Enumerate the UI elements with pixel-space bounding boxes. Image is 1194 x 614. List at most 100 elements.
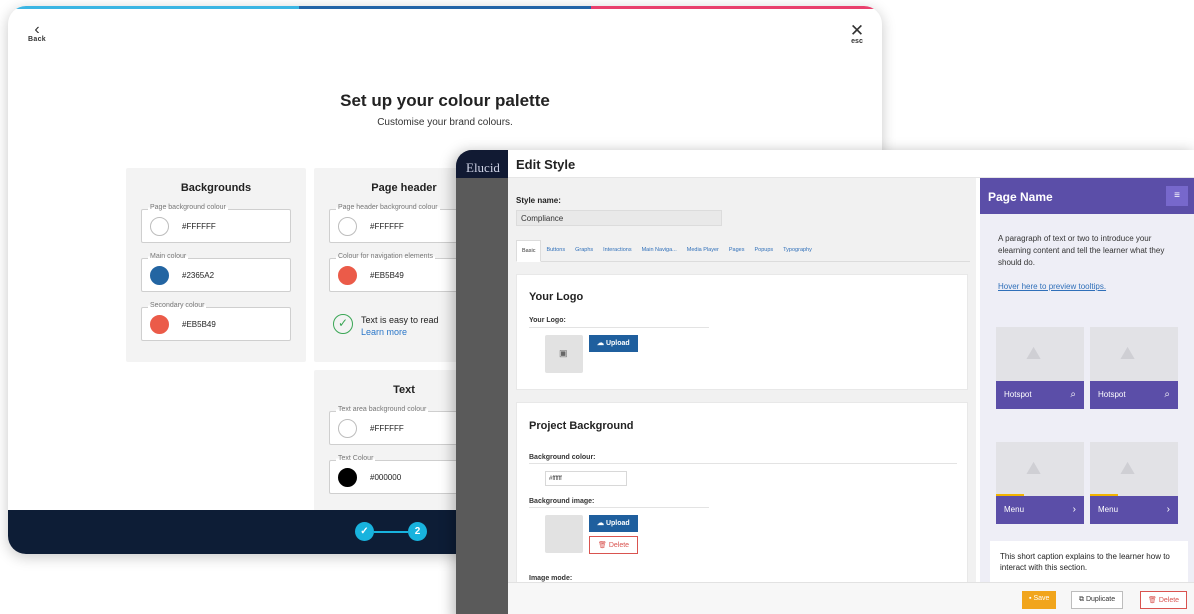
edit-style-header: Edit Style: [508, 150, 1194, 178]
logo-upload-button[interactable]: ☁ Upload: [589, 335, 638, 352]
background-image-label: Background image:: [529, 498, 595, 505]
preview-header: Page Name ≡: [980, 178, 1194, 214]
tab-media-player[interactable]: Media Player: [682, 240, 724, 262]
delete-label: Delete: [608, 542, 630, 549]
hotspot-label: Hotspot: [1004, 390, 1032, 399]
tab-main-navigation[interactable]: Main Naviga...: [637, 240, 682, 262]
tab-typography[interactable]: Typography: [778, 240, 817, 262]
project-background-card: Project Background Background colour: #f…: [516, 402, 968, 582]
tab-buttons[interactable]: Buttons: [541, 240, 570, 262]
progress-colour-bar: [8, 6, 882, 9]
logo-section-title: Your Logo: [529, 291, 584, 303]
close-button[interactable]: ✕ esc: [844, 21, 870, 45]
window-title: Edit Style: [516, 157, 576, 172]
colour-swatch[interactable]: [150, 266, 169, 285]
background-section-title: Project Background: [529, 420, 634, 432]
screenshot-stage: ‹ Back ✕ esc Set up your colour palette …: [0, 0, 1194, 614]
colour-value: #2365A2: [182, 271, 215, 280]
style-name-input[interactable]: Compliance: [516, 210, 722, 226]
background-upload-button[interactable]: ☁ Upload: [589, 515, 638, 532]
duplicate-button[interactable]: ⧉ Duplicate: [1071, 591, 1124, 609]
search-icon: ⌕: [1164, 389, 1170, 400]
image-placeholder-icon: ⛰: [1026, 458, 1042, 478]
colour-swatch[interactable]: [338, 468, 357, 487]
page-title: Set up your colour palette: [340, 91, 550, 110]
menu-progress-bar: [996, 494, 1024, 496]
image-icon: ▣: [559, 348, 568, 358]
secondary-colour-field[interactable]: Secondary colour #EB5B49: [141, 302, 291, 341]
chevron-right-icon: ›: [1166, 504, 1170, 515]
preview-paragraph: A paragraph of text or two to introduce …: [998, 234, 1165, 267]
colour-swatch[interactable]: [338, 266, 357, 285]
page-background-colour-field[interactable]: Page background colour #FFFFFF: [141, 204, 291, 243]
app-logo: Elucid: [466, 160, 500, 175]
back-label: Back: [28, 36, 46, 43]
page-subtitle: Customise your brand colours.: [377, 117, 513, 128]
cloud-upload-icon: ☁: [597, 520, 604, 527]
tab-interactions[interactable]: Interactions: [598, 240, 636, 262]
edit-style-window: Elucid Edit Style Style name: Compliance…: [456, 150, 1194, 614]
close-icon: ✕: [849, 21, 865, 40]
back-button[interactable]: ‹ Back: [22, 21, 52, 44]
field-label: Page background colour: [148, 204, 228, 211]
image-placeholder-icon: ⛰: [1120, 458, 1136, 478]
search-icon: ⌕: [1070, 389, 1076, 400]
colour-value: #000000: [370, 473, 402, 482]
style-name-label: Style name:: [516, 196, 561, 205]
step-2-current[interactable]: 2: [408, 522, 427, 541]
menu-tile[interactable]: ⛰ Menu ›: [1090, 442, 1178, 524]
trash-icon: 🗑: [598, 542, 607, 549]
action-bar: ▪ Save ⧉ Duplicate 🗑 Delete: [508, 582, 1194, 614]
main-colour-field[interactable]: Main colour #2365A2: [141, 253, 291, 292]
delete-label: Delete: [1158, 597, 1180, 604]
colour-swatch[interactable]: [338, 419, 357, 438]
tab-graphs[interactable]: Graphs: [570, 240, 598, 262]
backgrounds-panel: Backgrounds Page background colour #FFFF…: [126, 168, 306, 362]
background-colour-label: Background colour:: [529, 454, 596, 461]
copy-icon: ⧉: [1079, 596, 1084, 603]
menu-label: Menu: [1004, 505, 1025, 514]
colour-swatch[interactable]: [150, 217, 169, 236]
step-1-done[interactable]: ✓: [355, 522, 374, 541]
hotspot-tile[interactable]: ⛰ Hotspot ⌕: [996, 327, 1084, 409]
colour-swatch[interactable]: [338, 217, 357, 236]
chevron-right-icon: ›: [1072, 504, 1076, 515]
field-label: Text area background colour: [336, 406, 429, 413]
style-tabs: Basic Buttons Graphs Interactions Main N…: [516, 240, 970, 262]
learn-more-link[interactable]: Learn more: [361, 326, 439, 338]
tab-popups[interactable]: Popups: [749, 240, 778, 262]
step-connector: [374, 531, 408, 533]
menu-tile[interactable]: ⛰ Menu ›: [996, 442, 1084, 524]
background-delete-button[interactable]: 🗑 Delete: [589, 536, 639, 554]
menu-progress-bar: [1090, 494, 1118, 496]
tab-basic[interactable]: Basic: [516, 240, 542, 262]
hamburger-menu-icon[interactable]: ≡: [1166, 186, 1188, 206]
preview-page-name: Page Name: [988, 190, 1053, 204]
hotspot-tile[interactable]: ⛰ Hotspot ⌕: [1090, 327, 1178, 409]
preview-caption: This short caption explains to the learn…: [990, 541, 1188, 582]
preview-tooltip-link[interactable]: Hover here to preview tooltips.: [998, 282, 1106, 291]
colour-value: #FFFFFF: [182, 222, 216, 231]
field-label: Text Colour: [336, 455, 376, 462]
colour-swatch[interactable]: [150, 315, 169, 334]
colour-value: #EB5B49: [370, 271, 404, 280]
save-button[interactable]: ▪ Save: [1022, 591, 1057, 609]
style-preview-pane: Page Name ≡ A paragraph of text or two t…: [980, 178, 1194, 582]
chevron-left-icon: ‹: [34, 21, 40, 38]
image-placeholder-icon: ⛰: [1026, 343, 1042, 363]
logo-image-placeholder: ▣: [545, 335, 583, 373]
delete-style-button[interactable]: 🗑 Delete: [1140, 591, 1188, 609]
menu-label: Menu: [1098, 505, 1119, 514]
tab-pages[interactable]: Pages: [724, 240, 750, 262]
field-label: Colour for navigation elements: [336, 253, 435, 260]
background-colour-input[interactable]: #ffffff: [545, 471, 627, 486]
esc-label: esc: [851, 38, 863, 45]
background-image-placeholder: [545, 515, 583, 553]
logo-field-label: Your Logo:: [529, 317, 566, 324]
duplicate-label: Duplicate: [1085, 596, 1116, 603]
upload-label: Upload: [605, 340, 630, 347]
hotspot-label: Hotspot: [1098, 390, 1126, 399]
check-circle-icon: ✓: [333, 314, 353, 334]
image-mode-label: Image mode:: [529, 575, 573, 582]
image-placeholder-icon: ⛰: [1120, 343, 1136, 363]
